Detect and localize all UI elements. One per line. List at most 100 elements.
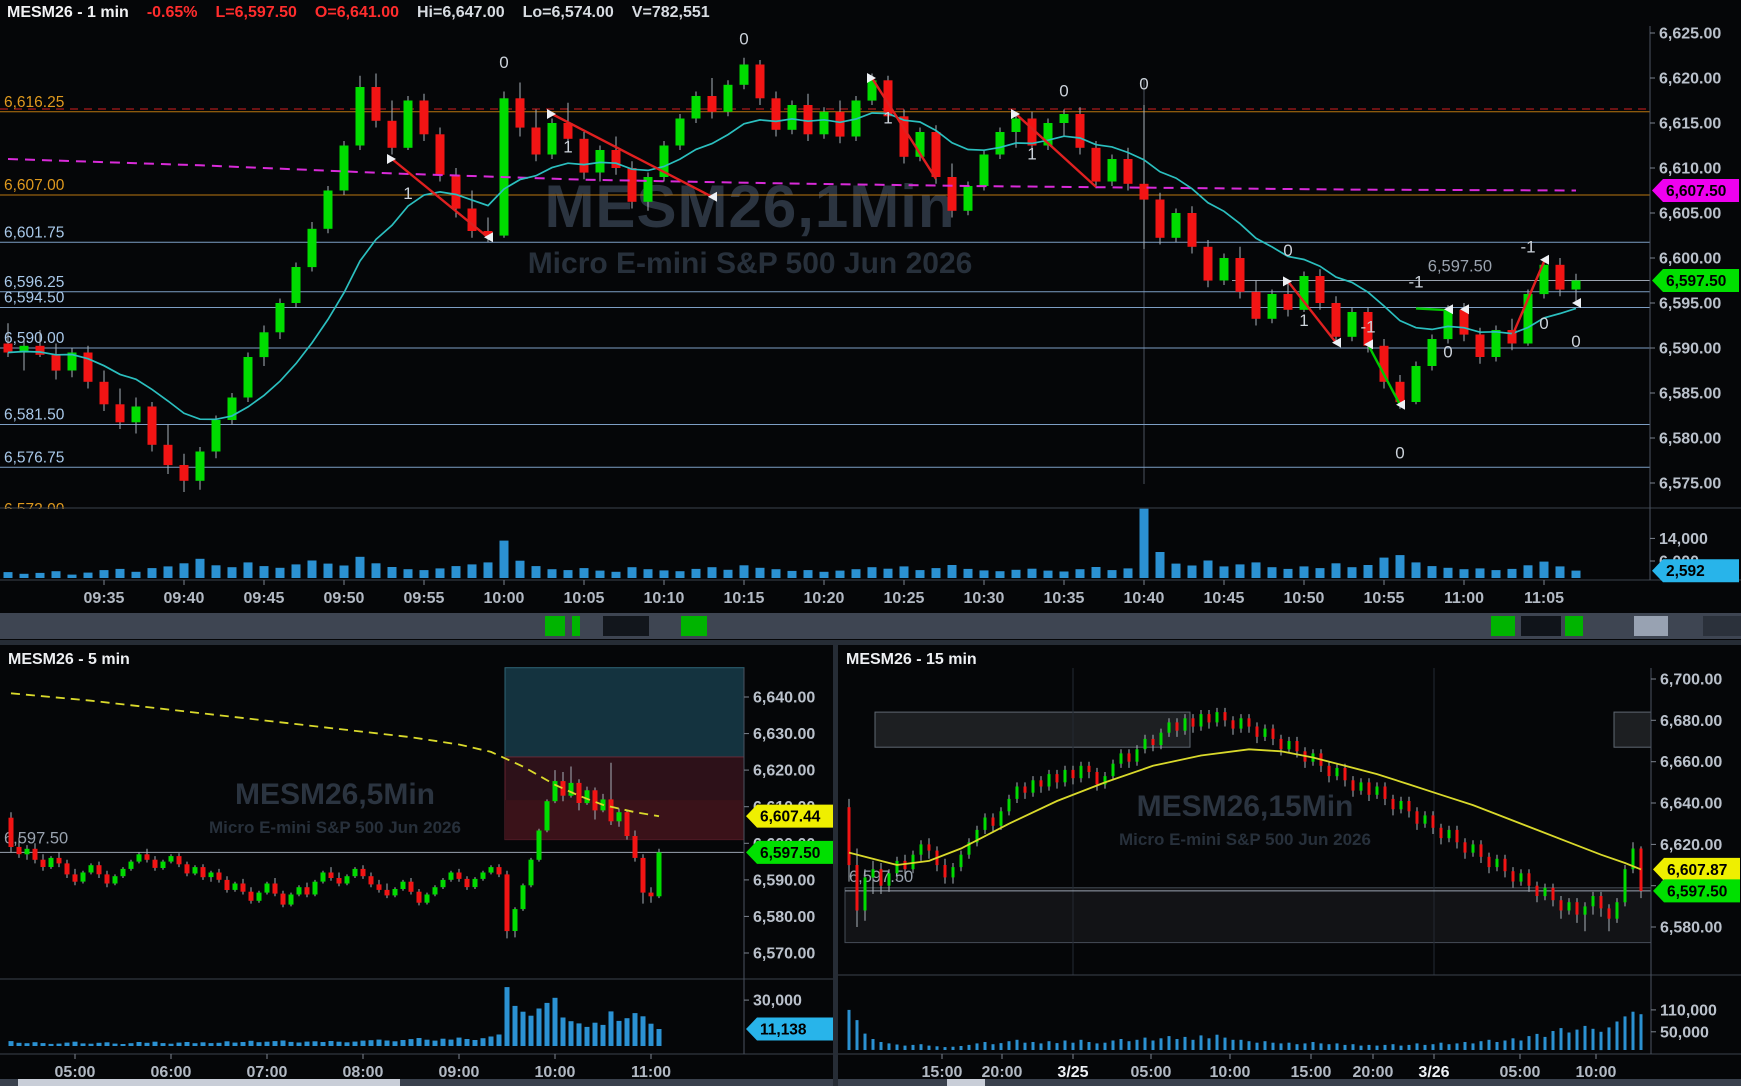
svg-text:-1: -1 [1520,237,1535,256]
scrollbar-marker [1521,616,1561,636]
svg-text:11,138: 11,138 [760,1022,807,1039]
svg-text:1: 1 [403,184,412,203]
svg-text:6,580.00: 6,580.00 [1660,920,1722,937]
panel-divider-horizontal [0,640,1741,645]
svg-text:6,580.00: 6,580.00 [1659,431,1721,448]
svg-text:0: 0 [1571,332,1580,351]
symbol-timeframe-label: MESM26 - 5 min [8,651,130,668]
svg-text:6,640.00: 6,640.00 [753,690,815,707]
scrollbar-thumb[interactable] [1634,616,1668,636]
svg-text:-1: -1 [1408,272,1423,291]
svg-text:6,607.00: 6,607.00 [4,177,65,194]
svg-text:6,607.50: 6,607.50 [1666,183,1726,200]
svg-text:6,605.00: 6,605.00 [1659,206,1721,223]
svg-text:09:45: 09:45 [244,590,285,607]
open-price-value: O=6,641.00 [315,4,399,21]
svg-text:10:50: 10:50 [1284,590,1325,607]
symbol-timeframe-label: MESM26 - 1 min [7,4,129,21]
svg-text:0: 0 [1059,82,1068,101]
scrollbar-15min[interactable] [838,1079,1741,1086]
svg-text:6,585.00: 6,585.00 [1659,386,1721,403]
svg-text:6,581.50: 6,581.50 [4,407,65,424]
svg-text:11:05: 11:05 [1524,590,1564,607]
session-high-value: Hi=6,647.00 [417,4,505,21]
chart-header-1min: MESM26 - 1 min-0.65%L=6,597.50O=6,641.00… [7,4,728,22]
svg-text:6,590.00: 6,590.00 [1659,341,1721,358]
svg-text:6,620.00: 6,620.00 [1660,837,1722,854]
svg-text:0: 0 [1539,314,1548,333]
svg-text:6,620.00: 6,620.00 [753,763,815,780]
svg-text:6,590.00: 6,590.00 [753,872,815,889]
scrollbar-button[interactable] [1703,616,1741,636]
svg-text:6,575.00: 6,575.00 [1659,476,1721,493]
scrollbar-marker [681,616,707,636]
last-price-value: L=6,597.50 [216,4,297,21]
svg-text:0: 0 [739,29,748,48]
svg-text:6,580.00: 6,580.00 [753,909,815,926]
svg-text:6,594.50: 6,594.50 [4,290,65,307]
svg-text:0: 0 [499,53,508,72]
svg-text:0: 0 [1139,74,1148,93]
svg-text:6,620.00: 6,620.00 [1659,71,1721,88]
svg-text:10:05: 10:05 [564,590,605,607]
svg-text:0: 0 [1443,343,1452,362]
svg-text:6,601.75: 6,601.75 [4,224,64,241]
svg-text:6,616.25: 6,616.25 [4,94,64,111]
scrollbar-5min[interactable] [0,1079,833,1086]
svg-text:1: 1 [883,109,892,128]
svg-text:1: 1 [1299,311,1308,330]
svg-text:6,595.00: 6,595.00 [1659,296,1721,313]
svg-text:50,000: 50,000 [1660,1024,1709,1041]
svg-text:1: 1 [1027,145,1036,164]
svg-text:0: 0 [1283,241,1292,260]
svg-text:6,597.50: 6,597.50 [1428,258,1492,276]
svg-text:6,607.44: 6,607.44 [760,809,821,826]
svg-text:11:00: 11:00 [1444,590,1484,607]
svg-text:0: 0 [1395,443,1404,462]
svg-text:6,597.50: 6,597.50 [1666,273,1726,290]
chart-header-15min: MESM26 - 15 min [846,651,977,669]
svg-text:6,597.50: 6,597.50 [760,845,820,862]
svg-text:10:40: 10:40 [1124,590,1165,607]
svg-text:10:35: 10:35 [1044,590,1085,607]
svg-text:6,610.00: 6,610.00 [1659,161,1721,178]
session-low-value: Lo=6,574.00 [523,4,614,21]
svg-text:10:30: 10:30 [964,590,1005,607]
svg-text:10:15: 10:15 [724,590,765,607]
symbol-timeframe-label: MESM26 - 15 min [846,651,977,668]
svg-text:6,597.50: 6,597.50 [4,829,68,847]
svg-text:10:25: 10:25 [884,590,925,607]
panel-divider-vertical[interactable] [833,645,838,1086]
scrollbar-thumb[interactable] [947,1079,985,1086]
svg-text:6,680.00: 6,680.00 [1660,713,1722,730]
svg-text:10:00: 10:00 [484,590,525,607]
svg-text:6,625.00: 6,625.00 [1659,26,1721,43]
svg-text:09:40: 09:40 [164,590,205,607]
svg-text:14,000: 14,000 [1659,531,1708,548]
svg-text:2,592: 2,592 [1666,563,1705,580]
session-volume-value: V=782,551 [632,4,710,21]
svg-text:30,000: 30,000 [753,993,802,1010]
svg-text:09:50: 09:50 [324,590,365,607]
svg-text:10:20: 10:20 [804,590,845,607]
svg-text:6,630.00: 6,630.00 [753,726,815,743]
scrollbar-marker [603,616,649,636]
trading-workspace: MESM26,1Min Micro E-mini S&P 500 Jun 202… [0,0,1741,1086]
svg-text:10:45: 10:45 [1204,590,1245,607]
svg-text:6,596.25: 6,596.25 [4,274,64,291]
svg-text:6,570.00: 6,570.00 [753,946,815,963]
svg-text:1: 1 [563,137,572,156]
chart-header-5min: MESM26 - 5 min [8,651,130,669]
scrollbar-thumb[interactable] [18,1079,400,1086]
svg-text:10:10: 10:10 [644,590,685,607]
scrollbar-marker [1565,616,1583,636]
candlestick-charts-canvas[interactable]: 6,616.25 6,607.00 6,601.75 6,596.256,594.50… [0,0,1741,1086]
svg-text:6,607.87: 6,607.87 [1667,862,1727,879]
scrollbar-1min[interactable] [0,613,1741,639]
svg-text:09:55: 09:55 [404,590,445,607]
svg-text:110,000: 110,000 [1660,1002,1717,1019]
svg-text:6,600.00: 6,600.00 [1659,251,1721,268]
svg-text:6,700.00: 6,700.00 [1660,672,1722,689]
scrollbar-marker [1491,616,1515,636]
svg-text:6,640.00: 6,640.00 [1660,796,1722,813]
